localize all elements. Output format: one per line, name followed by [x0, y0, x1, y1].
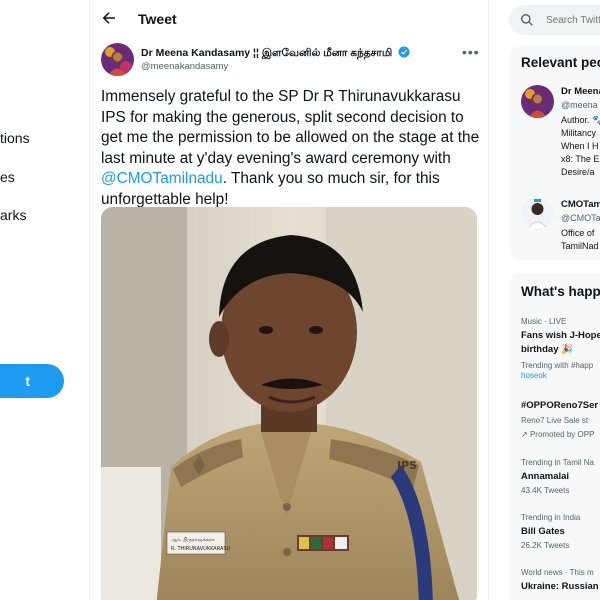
avatar[interactable] — [521, 85, 554, 118]
promoted-text: Promoted by OPP — [529, 430, 595, 439]
relevant-person-bio-line: x8: The E — [561, 154, 600, 164]
page-title: Tweet — [138, 11, 177, 27]
relevant-person-bio-line: Author. 🐾 — [561, 115, 600, 125]
relevant-person-bio-line: Office of — [561, 228, 595, 238]
nav-item-notifications[interactable]: tions — [0, 130, 30, 146]
left-navigation: tions es arks t — [0, 0, 90, 600]
nav-item-bookmarks[interactable]: arks — [0, 207, 26, 223]
trend-meta: Trending in Tamil Na — [521, 458, 594, 467]
trend-topic: Bill Gates — [521, 526, 565, 537]
relevant-person-bio-line: Desire/a — [561, 167, 595, 177]
trend-topic: birthday 🎉 — [521, 344, 573, 355]
compose-tweet-button[interactable]: t — [0, 364, 64, 398]
avatar[interactable] — [521, 197, 554, 230]
relevant-person-name[interactable]: Dr Meena — [561, 86, 600, 97]
search-box[interactable] — [509, 5, 600, 35]
relevant-person-handle[interactable]: @CMOTa — [561, 213, 600, 223]
promoted-label: ↗ Promoted by OPP — [521, 430, 594, 439]
tweet-text-part1: Immensely grateful to the SP Dr R Thirun… — [101, 88, 480, 167]
author-avatar[interactable] — [101, 43, 134, 76]
tweet-photo[interactable]: ஆர். திருநாவுக்கரசு R. THIRUNAVUKKARASU … — [101, 207, 477, 600]
mention-link[interactable]: @CMOTamilnadu — [101, 170, 223, 187]
trend-topic: Ukraine: Russian — [521, 581, 599, 592]
whats-happening-title: What's happening — [521, 284, 600, 299]
whats-happening-card: What's happening Music · LIVE Fans wish … — [509, 273, 600, 600]
tweet-text: Immensely grateful to the SP Dr R Thirun… — [101, 87, 483, 211]
trend-meta: Music · LIVE — [521, 317, 567, 326]
relevant-people-title: Relevant people — [521, 55, 600, 70]
main-column: Tweet Dr Meena Kandasamy ¦¦ இளவேனில் மீன… — [90, 0, 489, 600]
shoulder-insignia-text: IPS — [397, 459, 417, 472]
trend-meta: World news · This m — [521, 568, 594, 577]
search-icon — [521, 14, 533, 26]
relevant-person-bio-line: TamilNad — [561, 241, 599, 251]
relevant-person-bio-line: When I H — [561, 141, 599, 151]
trend-extra: 26.2K Tweets — [521, 541, 570, 550]
author-name-text: Dr Meena Kandasamy ¦¦ இளவேனில் மீனா கந்த… — [141, 47, 393, 59]
tweet-header: Tweet — [90, 0, 488, 38]
back-arrow-icon[interactable] — [100, 9, 118, 27]
verified-badge-icon — [398, 46, 410, 58]
nameplate-line-tamil: ஆர். திருநாவுக்கரசு — [171, 537, 215, 543]
promoted-icon: ↗ — [521, 430, 528, 439]
trend-extra: Trending with #happ — [521, 361, 594, 370]
search-input[interactable] — [546, 5, 600, 35]
trend-topic: #OPPOReno7Ser — [521, 400, 599, 411]
author-handle[interactable]: @meenakandasamy — [141, 61, 228, 72]
nav-item-messages[interactable]: es — [0, 169, 15, 185]
author-name[interactable]: Dr Meena Kandasamy ¦¦ இளவேனில் மீனா கந்த… — [141, 46, 410, 60]
trend-extra: Reno7 Live Sale st — [521, 416, 589, 425]
relevant-people-card: Relevant people Dr Meena @meena Author. … — [509, 45, 600, 260]
more-options-icon[interactable]: ••• — [462, 44, 480, 60]
trend-extra: 43.4K Tweets — [521, 486, 570, 495]
relevant-person-name[interactable]: CMOTam — [561, 199, 600, 210]
trend-hashtag-link[interactable]: hoseok — [521, 371, 547, 380]
relevant-person-handle[interactable]: @meena — [561, 100, 598, 110]
relevant-person-bio-line: Militancy — [561, 128, 597, 138]
nameplate-line-english: R. THIRUNAVUKKARASU — [171, 546, 231, 552]
trend-meta: Trending in India — [521, 513, 581, 522]
trend-topic: Fans wish J-Hope — [521, 330, 600, 341]
trend-topic: Annamalai — [521, 471, 570, 482]
right-sidebar: Relevant people Dr Meena @meena Author. … — [489, 0, 600, 600]
